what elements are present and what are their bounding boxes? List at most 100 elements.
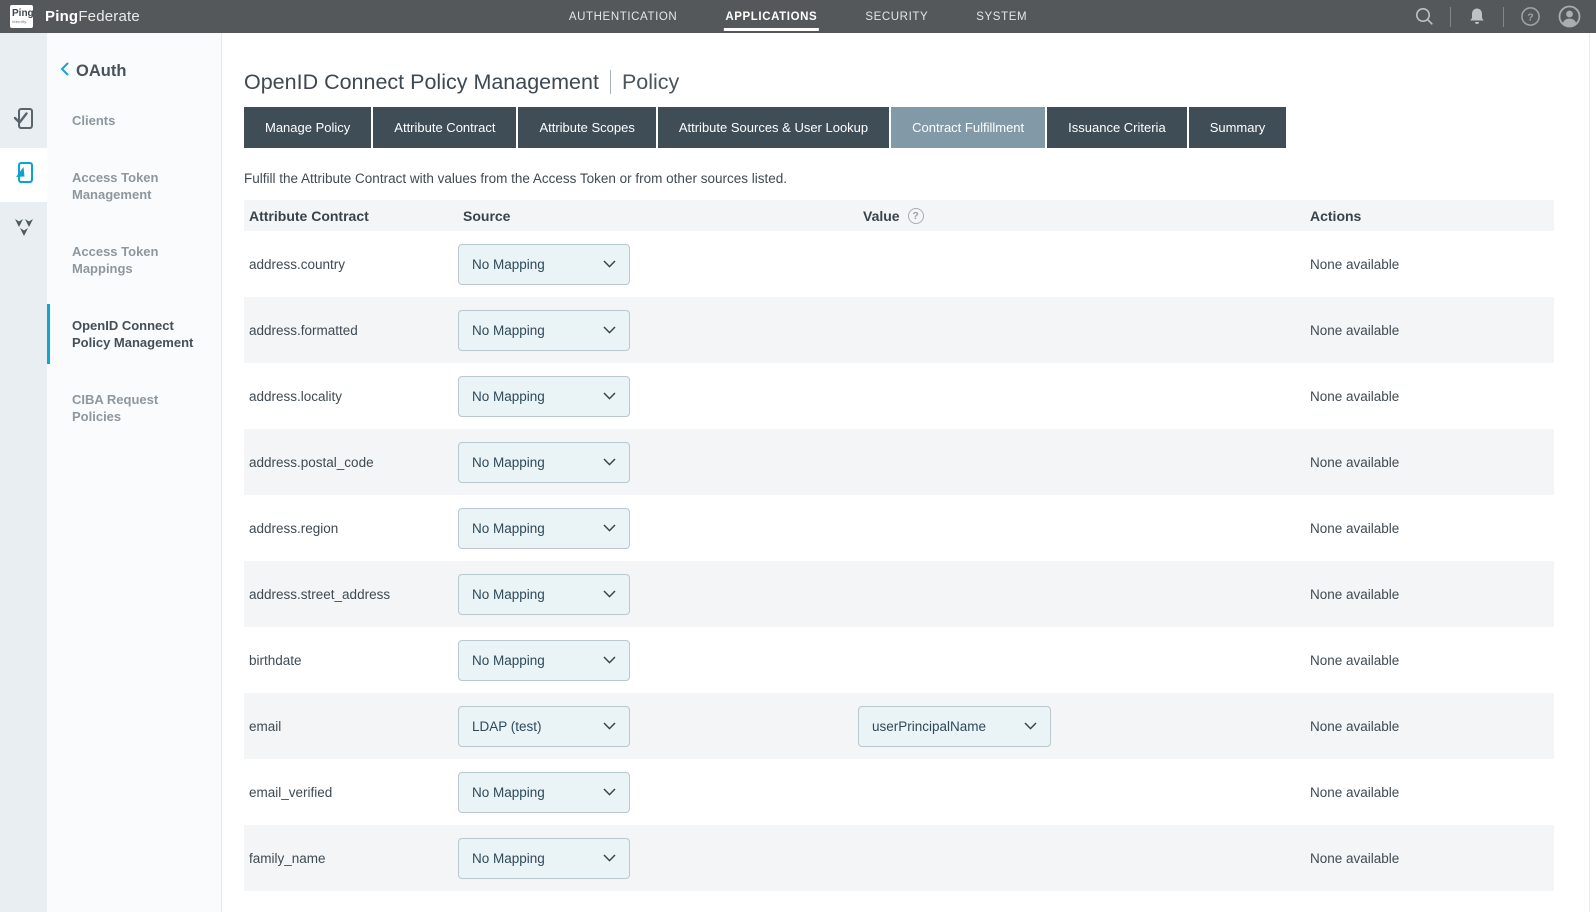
nav-security[interactable]: SECURITY: [865, 0, 928, 33]
actions-text: None available: [1305, 455, 1554, 470]
table-row: address.street_address No Mapping None a…: [244, 561, 1554, 627]
table-row: address.formatted No Mapping None availa…: [244, 297, 1554, 363]
actions-text: None available: [1305, 521, 1554, 536]
sidebar-item-ciba-request-policies[interactable]: CIBA Request Policies: [47, 378, 221, 438]
page-title: OpenID Connect Policy Management Policy: [244, 69, 1554, 95]
tab-issuance-criteria[interactable]: Issuance Criteria: [1047, 107, 1187, 148]
actions-text: None available: [1305, 587, 1554, 602]
value-dropdown[interactable]: userPrincipalName: [858, 706, 1051, 747]
chevron-down-icon: [603, 783, 616, 801]
table-row: address.country No Mapping None availabl…: [244, 231, 1554, 297]
oauth-token-icon: [11, 159, 37, 191]
source-dropdown[interactable]: No Mapping: [458, 574, 630, 615]
page-subtitle: Policy: [622, 69, 679, 95]
brand-link[interactable]: Ping Identity. PingFederate: [10, 5, 140, 28]
source-dropdown[interactable]: No Mapping: [458, 508, 630, 549]
rail-item-clients[interactable]: [0, 94, 47, 148]
source-dropdown[interactable]: No Mapping: [458, 376, 630, 417]
source-dropdown[interactable]: No Mapping: [458, 640, 630, 681]
col-value: Value ?: [858, 208, 1305, 224]
table-row: email LDAP (test) userPrincipalName None…: [244, 693, 1554, 759]
chevron-down-icon: [603, 585, 616, 603]
contract-fulfillment-table: Attribute Contract Source Value ? Action…: [244, 200, 1554, 891]
actions-text: None available: [1305, 389, 1554, 404]
chevron-down-icon: [603, 849, 616, 867]
nav-system[interactable]: SYSTEM: [976, 0, 1027, 33]
col-attribute-contract: Attribute Contract: [244, 208, 458, 224]
sidebar-item-access-token-mappings[interactable]: Access Token Mappings: [47, 230, 221, 290]
table-row: family_name No Mapping None available: [244, 825, 1554, 891]
source-dropdown[interactable]: No Mapping: [458, 772, 630, 813]
dropdown-value: No Mapping: [472, 851, 545, 866]
tab-attribute-scopes[interactable]: Attribute Scopes: [518, 107, 655, 148]
tab-manage-policy[interactable]: Manage Policy: [244, 107, 371, 148]
tab-attribute-contract[interactable]: Attribute Contract: [373, 107, 516, 148]
chevron-down-icon: [603, 387, 616, 405]
attribute-name: address.country: [244, 257, 458, 272]
source-dropdown[interactable]: No Mapping: [458, 310, 630, 351]
primary-nav: AUTHENTICATION APPLICATIONS SECURITY SYS…: [569, 0, 1027, 33]
source-dropdown[interactable]: No Mapping: [458, 838, 630, 879]
icon-rail: [0, 33, 47, 912]
divider: [1450, 7, 1451, 27]
source-dropdown[interactable]: LDAP (test): [458, 706, 630, 747]
nav-applications[interactable]: APPLICATIONS: [725, 0, 817, 33]
help-icon[interactable]: ?: [1517, 4, 1543, 30]
source-dropdown[interactable]: No Mapping: [458, 442, 630, 483]
chevron-down-icon: [603, 255, 616, 273]
clients-check-icon: [11, 105, 37, 137]
brand-light: Federate: [78, 8, 140, 25]
dropdown-value: No Mapping: [472, 455, 545, 470]
tab-contract-fulfillment[interactable]: Contract Fulfillment: [891, 107, 1045, 148]
attribute-name: address.locality: [244, 389, 458, 404]
dropdown-value: No Mapping: [472, 653, 545, 668]
chevron-left-icon: [60, 62, 69, 81]
divider: [1503, 7, 1504, 27]
scrollbar-track-line: [1589, 33, 1590, 912]
actions-text: None available: [1305, 851, 1554, 866]
notifications-bell-icon[interactable]: [1464, 4, 1490, 30]
dropdown-value: No Mapping: [472, 521, 545, 536]
title-divider: [610, 70, 611, 94]
attribute-name: email_verified: [244, 785, 458, 800]
col-actions: Actions: [1305, 208, 1554, 224]
logo-subtext: Identity.: [12, 19, 28, 24]
table-row: email_verified No Mapping None available: [244, 759, 1554, 825]
rail-item-oauth[interactable]: [0, 148, 47, 202]
attribute-name: family_name: [244, 851, 458, 866]
dropdown-value: No Mapping: [472, 389, 545, 404]
main-content: OpenID Connect Policy Management Policy …: [222, 33, 1596, 912]
search-icon[interactable]: [1411, 4, 1437, 30]
tab-summary[interactable]: Summary: [1189, 107, 1287, 148]
attribute-name: address.region: [244, 521, 458, 536]
user-account-icon[interactable]: [1556, 4, 1582, 30]
rail-item-mappings[interactable]: [0, 202, 47, 256]
attribute-name: birthdate: [244, 653, 458, 668]
attribute-name: email: [244, 719, 458, 734]
page-title-text: OpenID Connect Policy Management: [244, 69, 599, 95]
actions-text: None available: [1305, 785, 1554, 800]
sidebar-items: Clients Access Token Management Access T…: [47, 99, 221, 452]
dropdown-value: No Mapping: [472, 785, 545, 800]
chevron-down-icon: [603, 453, 616, 471]
oauth-back-link[interactable]: OAuth: [60, 61, 221, 81]
sidebar-menu: OAuth Clients Access Token Management Ac…: [47, 33, 222, 912]
sidebar-item-openid-connect-policy-management[interactable]: OpenID Connect Policy Management: [47, 304, 221, 364]
dropdown-value: No Mapping: [472, 257, 545, 272]
actions-text: None available: [1305, 323, 1554, 338]
chevron-down-icon: [603, 321, 616, 339]
actions-text: None available: [1305, 719, 1554, 734]
logo-text: Ping: [12, 9, 34, 19]
tab-attribute-sources-user-lookup[interactable]: Attribute Sources & User Lookup: [658, 107, 889, 148]
dropdown-value: No Mapping: [472, 587, 545, 602]
table-row: birthdate No Mapping None available: [244, 627, 1554, 693]
policy-tabs: Manage Policy Attribute Contract Attribu…: [244, 107, 1554, 148]
attribute-name: address.postal_code: [244, 455, 458, 470]
nav-authentication[interactable]: AUTHENTICATION: [569, 0, 678, 33]
actions-text: None available: [1305, 257, 1554, 272]
value-help-icon[interactable]: ?: [908, 208, 924, 224]
sidebar-item-clients[interactable]: Clients: [47, 99, 221, 142]
attribute-name: address.street_address: [244, 587, 458, 602]
source-dropdown[interactable]: No Mapping: [458, 244, 630, 285]
sidebar-item-access-token-management[interactable]: Access Token Management: [47, 156, 221, 216]
